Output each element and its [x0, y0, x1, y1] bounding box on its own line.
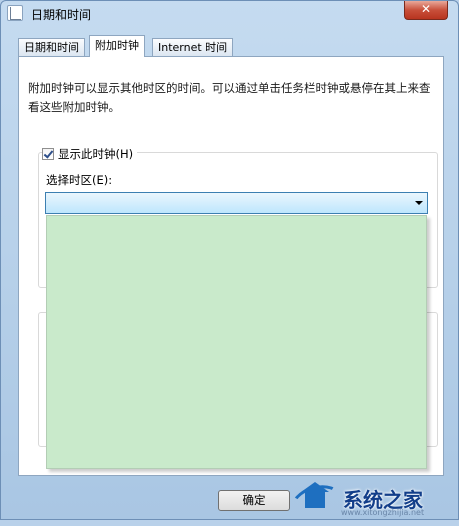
show-clock1-row[interactable]: 显示此时钟(H) — [42, 146, 138, 162]
title-bar[interactable]: 日期和时间 ✕ — [1, 1, 458, 29]
tab-date-time[interactable]: 日期和时间 — [18, 38, 85, 56]
ok-button[interactable]: 确定 — [218, 490, 290, 511]
tab-additional-clocks[interactable]: 附加时钟 — [89, 35, 145, 57]
chevron-down-icon[interactable] — [415, 201, 423, 205]
timezone-select[interactable] — [45, 192, 428, 214]
house-logo-icon — [287, 478, 347, 526]
tab-internet-time[interactable]: Internet 时间 — [152, 38, 234, 56]
timezone-label: 选择时区(E): — [46, 173, 113, 187]
date-time-dialog: 日期和时间 ✕ 日期和时间 附加时钟 Internet 时间 附加时钟可以显示其… — [0, 0, 459, 526]
timezone-dropdown-list[interactable] — [46, 215, 427, 469]
show-clock1-label: 显示此时钟(H) — [58, 147, 134, 161]
window-title: 日期和时间 — [31, 8, 92, 22]
close-button[interactable]: ✕ — [404, 1, 448, 20]
show-clock1-checkbox[interactable] — [42, 148, 54, 160]
panel-description: 附加时钟可以显示其他时区的时间。可以通过单击任务栏时钟或悬停在其上来查看这些附加… — [28, 81, 431, 114]
watermark-url: www.xitongzhijia.net — [341, 508, 425, 517]
calendar-icon — [7, 5, 23, 21]
additional-clocks-panel: 附加时钟可以显示其他时区的时间。可以通过单击任务栏时钟或悬停在其上来查看这些附加… — [18, 56, 444, 476]
